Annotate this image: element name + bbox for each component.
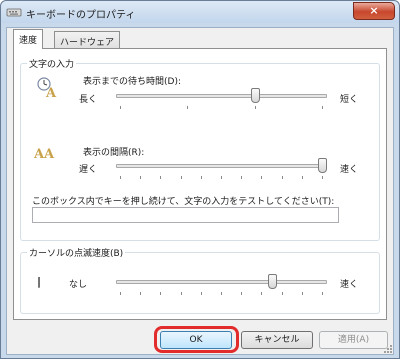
resize-grip-icon[interactable]: [383, 344, 393, 354]
tab-panel: 文字の入力 A 表示までの待ち時間(D): 長く 短く A A 表示の間隔(R): [13, 48, 387, 320]
slider-tick: [180, 292, 182, 295]
cursor-blink-track: [116, 280, 327, 284]
slider-tick: [200, 176, 202, 179]
properties-window: キーボードのプロパティ × 速度 ハードウェア 文字の入力 A 表示までの待ち時…: [0, 0, 400, 359]
slider-tick: [160, 176, 162, 179]
repeat-rate-max-label: 速く: [340, 165, 359, 175]
tab-speed[interactable]: 速度: [13, 29, 44, 49]
group-title-cursor: カーソルの点滅速度(B): [27, 246, 126, 259]
repeat-rate-ticks: [120, 176, 323, 179]
repeat-delay-slider[interactable]: [251, 88, 261, 103]
slider-tick: [254, 106, 256, 109]
title-bar[interactable]: キーボードのプロパティ ×: [1, 1, 399, 23]
slider-tick: [220, 176, 222, 179]
repeat-delay-min-label: 長く: [79, 95, 98, 105]
cursor-blink-ticks: [120, 292, 323, 295]
cancel-button[interactable]: キャンセル: [241, 331, 313, 349]
slider-tick: [301, 176, 303, 179]
typing-test-input[interactable]: [32, 207, 339, 223]
repeat-delay-ticks: [120, 106, 323, 109]
repeat-rate-label: 表示の間隔(R):: [83, 148, 145, 158]
slider-tick: [261, 292, 263, 295]
repeat-rate-icon: A A: [34, 147, 55, 160]
slider-tick: [321, 176, 323, 179]
repeat-delay-label: 表示までの待ち時間(D):: [83, 77, 181, 87]
slider-tick: [200, 292, 202, 295]
slider-tick: [120, 106, 121, 109]
slider-tick: [261, 176, 263, 179]
keyboard-icon: [6, 8, 22, 17]
ok-button[interactable]: OK: [160, 331, 232, 349]
svg-text:A: A: [43, 147, 55, 160]
slider-tick: [241, 292, 243, 295]
slider-tick: [180, 176, 182, 179]
group-title-input: 文字の入力: [27, 57, 77, 70]
window-title: キーボードのプロパティ: [26, 10, 136, 21]
dialog-client-area: 速度 ハードウェア 文字の入力 A 表示までの待ち時間(D): 長く 短く A: [6, 27, 394, 355]
repeat-delay-max-label: 短く: [340, 95, 359, 105]
slider-tick: [120, 292, 121, 295]
slider-tick: [321, 292, 323, 295]
cursor-blink-group: カーソルの点滅速度(B) | なし 速く: [20, 246, 380, 314]
cursor-blink-max-label: 速く: [340, 280, 359, 290]
repeat-rate-min-label: 遅く: [79, 165, 98, 175]
test-box-label: このボックス内でキーを押し続けて、文字の入力をテストしてください(T):: [32, 197, 335, 207]
repeat-rate-track: [116, 164, 327, 168]
character-input-group: 文字の入力 A 表示までの待ち時間(D): 長く 短く A A 表示の間隔(R): [20, 57, 380, 241]
slider-tick: [281, 176, 283, 179]
apply-button[interactable]: 適用(A): [319, 331, 388, 349]
slider-tick: [241, 176, 243, 179]
repeat-rate-slider[interactable]: [318, 158, 327, 173]
slider-tick: [120, 176, 121, 179]
close-icon: ×: [369, 4, 379, 17]
slider-tick: [140, 176, 142, 179]
close-button[interactable]: ×: [353, 2, 395, 20]
slider-tick: [321, 106, 323, 109]
repeat-delay-track: [116, 94, 327, 98]
repeat-delay-icon: A: [37, 77, 57, 98]
cursor-blink-min-label: なし: [69, 280, 88, 290]
slider-tick: [281, 292, 283, 295]
slider-tick: [140, 292, 142, 295]
slider-tick: [187, 106, 189, 109]
cursor-icon: |: [37, 275, 42, 288]
slider-tick: [301, 292, 303, 295]
svg-text:A: A: [45, 86, 57, 98]
tab-hardware[interactable]: ハードウェア: [54, 31, 121, 48]
cursor-blink-slider[interactable]: [267, 274, 277, 289]
slider-tick: [160, 292, 162, 295]
slider-tick: [220, 292, 222, 295]
